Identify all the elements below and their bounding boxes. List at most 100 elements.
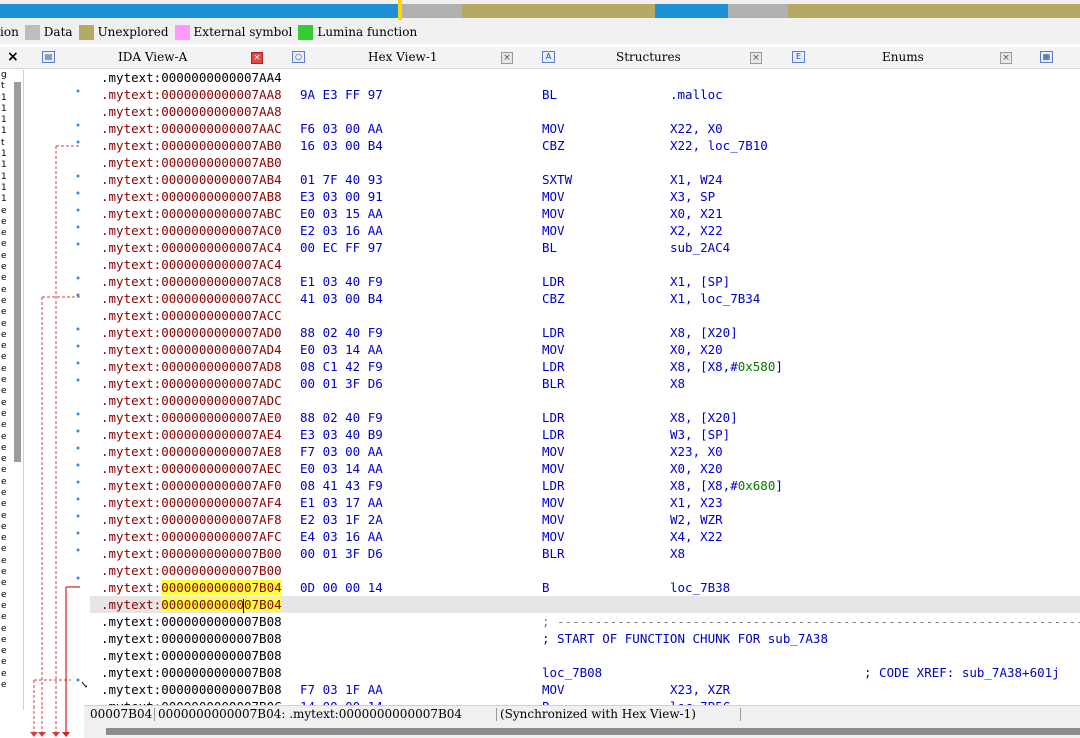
line-address[interactable]: .mytext:0000000000007AA8 <box>101 86 282 103</box>
disassembly-line[interactable]: .mytext:0000000000007AFC E4 03 16 AA MOV X4… <box>90 528 1080 545</box>
instruction-operands[interactable]: X23, XZR <box>670 681 730 698</box>
disassembly-line[interactable]: .mytext:0000000000007B08 <box>90 647 1080 664</box>
disassembly-line[interactable]: .mytext:0000000000007AB0 16 03 00 B4 CBZ X2… <box>90 137 1080 154</box>
instruction-mnemonic[interactable]: MOV <box>542 460 565 477</box>
instruction-mnemonic[interactable]: CBZ <box>542 137 565 154</box>
instruction-mnemonic[interactable]: MOV <box>542 511 565 528</box>
disassembly-line[interactable]: .mytext:0000000000007AF0 08 41 43 F9 LDR X8… <box>90 477 1080 494</box>
disassembly-line[interactable]: .mytext:0000000000007B04 0D 00 00 14 Bloc_… <box>90 579 1080 596</box>
function-list-item[interactable]: e <box>0 477 23 488</box>
instruction-operands[interactable]: X8, [X8,#0x580] <box>670 358 783 375</box>
function-list-item[interactable]: e <box>0 624 23 635</box>
function-list-item[interactable]: e <box>0 499 23 510</box>
disassembly-line[interactable]: .mytext:0000000000007AE8 F7 03 00 AA MOV X2… <box>90 443 1080 460</box>
line-address[interactable]: .mytext:0000000000007AC4 <box>101 256 282 273</box>
function-list-item[interactable]: e <box>0 646 23 657</box>
line-address[interactable]: .mytext:0000000000007AC4 <box>101 239 282 256</box>
line-address[interactable]: .mytext:0000000000007AD0 <box>101 324 282 341</box>
disassembly-line[interactable]: .mytext:0000000000007AF8 E2 03 1F 2A MOV W2… <box>90 511 1080 528</box>
disassembly-line[interactable]: .mytext:0000000000007AD4 E0 03 14 AA MOV X0… <box>90 341 1080 358</box>
disassembly-line[interactable]: .mytext:0000000000007B08 F7 03 1F AA MOV X2… <box>90 681 1080 698</box>
line-address[interactable]: .mytext:0000000000007AE8 <box>101 443 282 460</box>
instruction-mnemonic[interactable]: MOV <box>542 188 565 205</box>
disassembly-line[interactable]: .mytext:0000000000007AB8 E3 03 00 91 MOV X3… <box>90 188 1080 205</box>
instruction-operands[interactable]: X4, X22 <box>670 528 723 545</box>
disassembly-line[interactable]: .mytext:0000000000007B08 ; --------------… <box>90 613 1080 630</box>
nav-segment-unexplored[interactable] <box>462 4 655 18</box>
instruction-mnemonic[interactable]: BLR <box>542 545 565 562</box>
instruction-operands[interactable]: sub_2AC4 <box>670 239 730 256</box>
disassembly-line[interactable]: .mytext:0000000000007ADC <box>90 392 1080 409</box>
line-address[interactable]: .mytext:0000000000007AAC <box>101 120 282 137</box>
function-list-item[interactable]: e <box>0 578 23 589</box>
instruction-mnemonic[interactable]: B <box>542 579 550 596</box>
instruction-operands[interactable]: loc_7B38 <box>670 579 730 596</box>
line-address[interactable]: .mytext:0000000000007AD4 <box>101 341 282 358</box>
instruction-mnemonic[interactable]: BLR <box>542 375 565 392</box>
instruction-mnemonic[interactable]: MOV <box>542 341 565 358</box>
disassembly-line[interactable]: .mytext:0000000000007AE4 E3 03 40 B9 LDR W3… <box>90 426 1080 443</box>
line-address[interactable]: .mytext:0000000000007ACC <box>101 290 282 307</box>
instruction-operands[interactable]: W2, WZR <box>670 511 723 528</box>
line-address[interactable]: .mytext:0000000000007B08 <box>101 664 282 681</box>
vertical-scrollbar[interactable] <box>14 82 21 462</box>
line-address[interactable]: .mytext:0000000000007AE4 <box>101 426 282 443</box>
instruction-mnemonic[interactable]: LDR <box>542 358 565 375</box>
close-tab-icon[interactable]: × <box>251 52 263 64</box>
disassembly-line[interactable]: .mytext:0000000000007ACC <box>90 307 1080 324</box>
instruction-mnemonic[interactable]: CBZ <box>542 290 565 307</box>
instruction-operands[interactable]: X23, X0 <box>670 443 723 460</box>
disassembly-line[interactable]: .mytext:0000000000007AC8 E1 03 40 F9 LDR X1… <box>90 273 1080 290</box>
line-address[interactable]: .mytext:0000000000007AF4 <box>101 494 282 511</box>
instruction-operands[interactable]: X1, W24 <box>670 171 723 188</box>
navigation-band[interactable] <box>0 0 1080 20</box>
function-list-item[interactable]: e <box>0 556 23 567</box>
line-address[interactable]: .mytext:0000000000007B00 <box>101 545 282 562</box>
instruction-mnemonic[interactable]: MOV <box>542 222 565 239</box>
instruction-mnemonic[interactable]: BL <box>542 86 557 103</box>
instruction-mnemonic[interactable]: MOV <box>542 120 565 137</box>
line-address[interactable]: .mytext:0000000000007AEC <box>101 460 282 477</box>
close-tab-icon[interactable]: × <box>750 52 762 64</box>
function-list-item[interactable]: e <box>0 669 23 680</box>
disassembly-line[interactable]: .mytext:0000000000007AA4 <box>90 70 1080 86</box>
function-list-item[interactable]: e <box>0 635 23 646</box>
disassembly-line[interactable]: .mytext:0000000000007AB0 <box>90 154 1080 171</box>
instruction-mnemonic[interactable]: LDR <box>542 273 565 290</box>
line-address[interactable]: .mytext:0000000000007AC8 <box>101 273 282 290</box>
horizontal-scrollbar[interactable] <box>84 722 1080 738</box>
scrollbar-thumb[interactable] <box>106 728 1080 735</box>
disassembly-line[interactable]: .mytext:0000000000007AA8 9A E3 FF 97 BL .ma… <box>90 86 1080 103</box>
function-list-item[interactable]: e <box>0 511 23 522</box>
disassembly-line[interactable]: .mytext:0000000000007AC0 E2 03 16 AA MOV X2… <box>90 222 1080 239</box>
disassembly-line[interactable]: .mytext:0000000000007B04 <box>90 596 1080 613</box>
instruction-operands[interactable]: X0, X21 <box>670 205 723 222</box>
close-tab-icon[interactable]: × <box>1000 52 1012 64</box>
tab-hex-view-1[interactable]: ○ Hex View-1 × <box>290 47 530 69</box>
instruction-mnemonic[interactable]: LDR <box>542 477 565 494</box>
disassembly-line[interactable]: .mytext:0000000000007AE0 88 02 40 F9 LDR X8… <box>90 409 1080 426</box>
nav-segment-code[interactable] <box>655 4 728 18</box>
instruction-mnemonic[interactable]: MOV <box>542 681 565 698</box>
line-address[interactable]: .mytext:0000000000007B04 <box>101 596 282 613</box>
instruction-mnemonic[interactable]: MOV <box>542 443 565 460</box>
line-address[interactable]: .mytext:0000000000007AA4 <box>101 70 282 86</box>
line-address[interactable]: .mytext:0000000000007AC0 <box>101 222 282 239</box>
disassembly-line[interactable]: .mytext:0000000000007AA8 <box>90 103 1080 120</box>
line-address[interactable]: .mytext:0000000000007B08 <box>101 681 282 698</box>
function-list-item[interactable]: e <box>0 601 23 612</box>
disassembly-line[interactable]: .mytext:0000000000007AB4 01 7F 40 93 SXTW X… <box>90 171 1080 188</box>
line-address[interactable]: .mytext:0000000000007AB0 <box>101 137 282 154</box>
function-list-item[interactable]: e <box>0 544 23 555</box>
line-address[interactable]: .mytext:0000000000007B08 <box>101 613 282 630</box>
function-list-item[interactable]: e <box>0 680 23 691</box>
function-list-item[interactable]: e <box>0 522 23 533</box>
nav-segment-data[interactable] <box>728 4 788 18</box>
instruction-operands[interactable]: X22, loc_7B10 <box>670 137 768 154</box>
disassembly-line[interactable]: .mytext:0000000000007AD0 88 02 40 F9 LDR X8… <box>90 324 1080 341</box>
instruction-operands[interactable]: X8, [X20] <box>670 324 738 341</box>
nav-segment-code[interactable] <box>0 4 398 18</box>
instruction-operands[interactable]: X3, SP <box>670 188 715 205</box>
instruction-operands[interactable]: X8 <box>670 375 685 392</box>
instruction-mnemonic[interactable]: LDR <box>542 426 565 443</box>
